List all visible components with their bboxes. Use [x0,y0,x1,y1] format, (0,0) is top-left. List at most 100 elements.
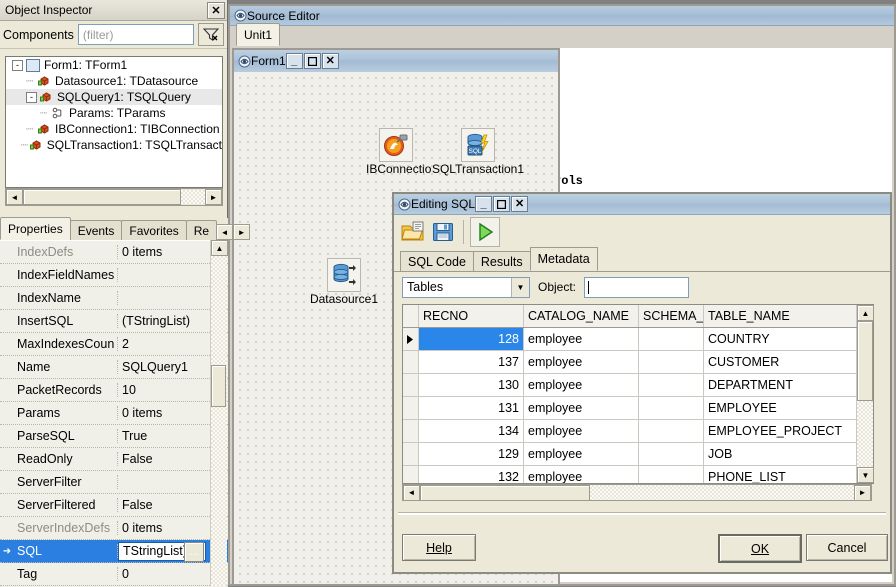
cell-recno[interactable]: 134 [419,420,524,442]
tree-node-0[interactable]: - Form1: TForm1 [6,57,222,73]
table-row[interactable]: 129 employee JOB [403,443,857,466]
row-indicator[interactable] [403,420,419,442]
cell-table_name[interactable]: CUSTOMER [704,351,857,373]
source-editor-tab-unit1[interactable]: Unit1 [236,23,281,46]
minimize-icon[interactable]: _ [475,196,493,212]
scroll-right-icon[interactable]: ► [854,484,871,501]
row-indicator[interactable] [403,328,419,350]
object-input[interactable] [584,276,690,298]
form-component-ibconnection[interactable]: IBConnectio [366,128,431,176]
maximize-icon[interactable] [493,196,511,212]
sql-dialog-toolbar[interactable] [394,215,890,249]
tree-node-2[interactable]: - SQLQuery1: TSQLQuery [6,89,222,105]
property-grid-scrollbar[interactable]: ▲ [210,240,228,586]
scroll-thumb[interactable] [211,365,226,407]
row-indicator[interactable] [403,374,419,396]
scroll-track[interactable] [181,190,205,204]
sql-dialog-tab-metadata[interactable]: Metadata [529,247,598,271]
sql-dialog-tab-sql-code[interactable]: SQL Code [400,251,474,271]
row-indicator[interactable] [403,351,419,373]
help-button[interactable]: Help [402,534,476,561]
property-row[interactable]: ParseSQL True [0,425,228,448]
property-row[interactable]: ServerIndexDefs 0 items [0,517,228,540]
cell-recno[interactable]: 131 [419,397,524,419]
cell-catalog_name[interactable]: employee [524,443,639,465]
sql-dialog-tab-results[interactable]: Results [472,251,531,271]
cell-recno[interactable]: 137 [419,351,524,373]
tree-expander[interactable]: - [26,91,37,103]
property-row[interactable]: MaxIndexesCoun 2 [0,333,228,356]
close-icon[interactable]: ✕ [207,1,225,19]
tab-scroll-buttons[interactable]: ◄ ► [216,224,251,240]
property-row[interactable]: Params 0 items [0,402,228,425]
cell-recno[interactable]: 130 [419,374,524,396]
property-gutter[interactable]: ➜ [0,546,14,557]
metadata-grid-rows[interactable]: RECNOCATALOG_NAMESCHEMA_NTABLE_NAME128em… [403,305,857,483]
row-indicator[interactable] [403,443,419,465]
scroll-up-icon[interactable]: ▲ [857,305,874,321]
property-row[interactable]: ServerFilter [0,471,228,494]
column-header-catalog_name[interactable]: CATALOG_NAME [524,305,639,327]
save-icon[interactable] [429,218,457,246]
scroll-up-icon[interactable]: ▲ [211,240,228,256]
cell-table_name[interactable]: JOB [704,443,857,465]
object-inspector-tabbar[interactable]: Properties Events Favorites Re ◄ ► [0,217,251,241]
property-row[interactable]: IndexFieldNames [0,264,228,287]
close-icon[interactable]: ✕ [321,53,339,69]
property-row[interactable]: ReadOnly False [0,448,228,471]
cell-schema_n[interactable] [639,466,704,483]
scroll-track[interactable] [590,485,854,500]
object-inspector-window[interactable]: Object Inspector ✕ Components (filter) -… [0,0,251,587]
close-icon[interactable]: ✕ [511,196,529,212]
cell-catalog_name[interactable]: employee [524,351,639,373]
object-inspector-tab-events[interactable]: Events [69,220,123,240]
property-row[interactable]: Tag 0 [0,563,228,586]
open-icon[interactable] [399,218,427,246]
property-row[interactable]: Name SQLQuery1 [0,356,228,379]
row-indicator[interactable] [403,466,419,483]
cell-recno[interactable]: 128 [419,328,524,350]
cell-recno[interactable]: 129 [419,443,524,465]
tree-node-4[interactable]: ┈ IBConnection1: TIBConnection [6,121,222,137]
maximize-icon[interactable] [303,53,321,69]
component-tree[interactable]: - Form1: TForm1 ┈ Datasource1: TDatasource -… [5,56,223,188]
cell-schema_n[interactable] [639,420,704,442]
tab-next-icon[interactable]: ► [233,224,251,240]
property-row[interactable]: ➜ SQL TStringList)... [0,540,228,563]
editing-sql-dialog[interactable]: Editing SQL _ ✕ SQL Code Results Metadat… [392,192,892,574]
scroll-thumb[interactable] [23,189,181,205]
cell-schema_n[interactable] [639,374,704,396]
metadata-grid[interactable]: RECNOCATALOG_NAMESCHEMA_NTABLE_NAME128em… [402,304,874,484]
filter-input[interactable]: (filter) [77,24,194,45]
scroll-thumb[interactable] [420,484,590,501]
metadata-grid-vscrollbar[interactable]: ▲ ▼ [857,305,874,483]
object-inspector-tab-favorites[interactable]: Favorites [121,220,187,240]
tree-node-5[interactable]: ┈ SQLTransaction1: TSQLTransact [6,137,222,153]
cell-schema_n[interactable] [639,328,704,350]
cell-schema_n[interactable] [639,443,704,465]
table-row[interactable]: 130 employee DEPARTMENT [403,374,857,397]
table-row[interactable]: 128 employee COUNTRY [403,328,857,351]
filter-icon[interactable] [198,23,224,46]
sql-dialog-window-buttons[interactable]: _ ✕ [475,196,529,212]
table-row[interactable]: 137 employee CUSTOMER [403,351,857,374]
cell-catalog_name[interactable]: employee [524,397,639,419]
cell-catalog_name[interactable]: employee [524,466,639,483]
form-window-buttons[interactable]: _ ✕ [285,53,339,69]
metadata-grid-hscrollbar[interactable]: ◄ ► [402,484,872,501]
cell-table_name[interactable]: EMPLOYEE_PROJECT [704,420,857,442]
scroll-left-icon[interactable]: ◄ [6,189,23,205]
scroll-left-icon[interactable]: ◄ [403,484,420,501]
tree-node-1[interactable]: ┈ Datasource1: TDatasource [6,73,222,89]
ok-button[interactable]: OK [718,534,802,563]
property-row[interactable]: IndexDefs 0 items [0,241,228,264]
cell-table_name[interactable]: COUNTRY [704,328,857,350]
column-header-schema_n[interactable]: SCHEMA_N [639,305,704,327]
tree-expander[interactable]: - [12,59,23,71]
chevron-down-icon[interactable]: ▼ [511,277,529,297]
row-indicator[interactable] [403,397,419,419]
cell-schema_n[interactable] [639,397,704,419]
cell-catalog_name[interactable]: employee [524,374,639,396]
object-inspector-tab-properties[interactable]: Properties [0,217,71,240]
property-row[interactable]: IndexName [0,287,228,310]
